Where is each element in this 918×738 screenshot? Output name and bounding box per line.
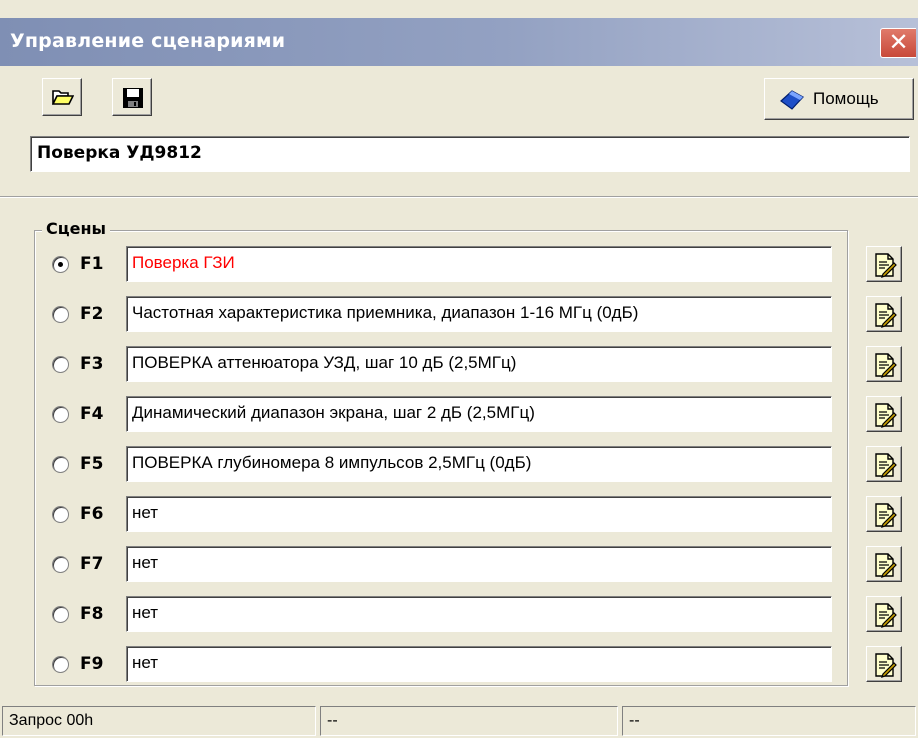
help-button[interactable]: Помощь [764,78,914,120]
edit-scene-button-f9[interactable] [866,646,902,682]
edit-scene-icon [875,303,897,328]
scene-name-field-f7[interactable]: нет [126,546,832,582]
scene-name-field-f3[interactable]: ПОВЕРКА аттенюатора УЗД, шаг 10 дБ (2,5М… [126,346,832,382]
scene-name-field-f4[interactable]: Динамический диапазон экрана, шаг 2 дБ (… [126,396,832,432]
edit-scene-button-f2[interactable] [866,296,902,332]
status-request: Запрос 00h [2,706,316,736]
help-book-icon [780,90,804,110]
scene-name-field-f2[interactable]: Частотная характеристика приемника, диап… [126,296,832,332]
scene-key-label: F8 [80,604,104,624]
edit-scene-icon [875,353,897,378]
title-bar[interactable]: Управление сценариями ✕ [0,18,918,66]
save-button[interactable] [112,78,152,116]
scene-name-field-f5[interactable]: ПОВЕРКА глубиномера 8 импульсов 2,5МГц (… [126,446,832,482]
edit-scene-icon [875,403,897,428]
edit-scene-button-f3[interactable] [866,346,902,382]
edit-scene-button-f5[interactable] [866,446,902,482]
edit-scene-icon [875,503,897,528]
edit-scene-icon [875,253,897,278]
scene-key-label: F5 [80,454,104,474]
close-button[interactable]: ✕ [880,28,916,58]
scene-radio-f6[interactable] [52,506,69,523]
folder-open-icon [52,90,74,105]
close-icon: ✕ [888,28,909,56]
edit-scene-button-f8[interactable] [866,596,902,632]
scene-radio-f7[interactable] [52,556,69,573]
edit-scene-button-f7[interactable] [866,546,902,582]
edit-scene-icon [875,603,897,628]
scene-radio-f2[interactable] [52,306,69,323]
window-title: Управление сценариями [10,30,286,52]
status-cell-3: -- [622,706,916,736]
edit-scene-icon [875,553,897,578]
scene-key-label: F2 [80,304,104,324]
edit-scene-icon [875,453,897,478]
scene-name-field-f8[interactable]: нет [126,596,832,632]
scene-radio-f8[interactable] [52,606,69,623]
scenario-name-field[interactable]: Поверка УД9812 [30,136,910,172]
scene-key-label: F3 [80,354,104,374]
scene-key-label: F6 [80,504,104,524]
scene-radio-f1[interactable] [52,256,69,273]
separator [0,196,918,198]
scene-key-label: F1 [80,254,104,274]
status-cell-2: -- [320,706,618,736]
scene-radio-f5[interactable] [52,456,69,473]
scene-key-label: F9 [80,654,104,674]
edit-scene-icon [875,653,897,678]
scene-name-field-f6[interactable]: нет [126,496,832,532]
edit-scene-button-f1[interactable] [866,246,902,282]
scene-radio-f4[interactable] [52,406,69,423]
help-label: Помощь [813,89,879,108]
scenes-group-label: Сцены [42,219,110,238]
scene-key-label: F7 [80,554,104,574]
open-button[interactable] [42,78,82,116]
scene-key-label: F4 [80,404,104,424]
floppy-save-icon [123,88,143,108]
scenario-manager-window: Управление сценариями ✕ Помощь Поверка У… [0,0,918,738]
scene-radio-f9[interactable] [52,656,69,673]
edit-scene-button-f4[interactable] [866,396,902,432]
edit-scene-button-f6[interactable] [866,496,902,532]
scene-name-field-f9[interactable]: нет [126,646,832,682]
scene-name-field-f1[interactable]: Поверка ГЗИ [126,246,832,282]
scene-radio-f3[interactable] [52,356,69,373]
status-bar: Запрос 00h -- -- [0,704,918,738]
